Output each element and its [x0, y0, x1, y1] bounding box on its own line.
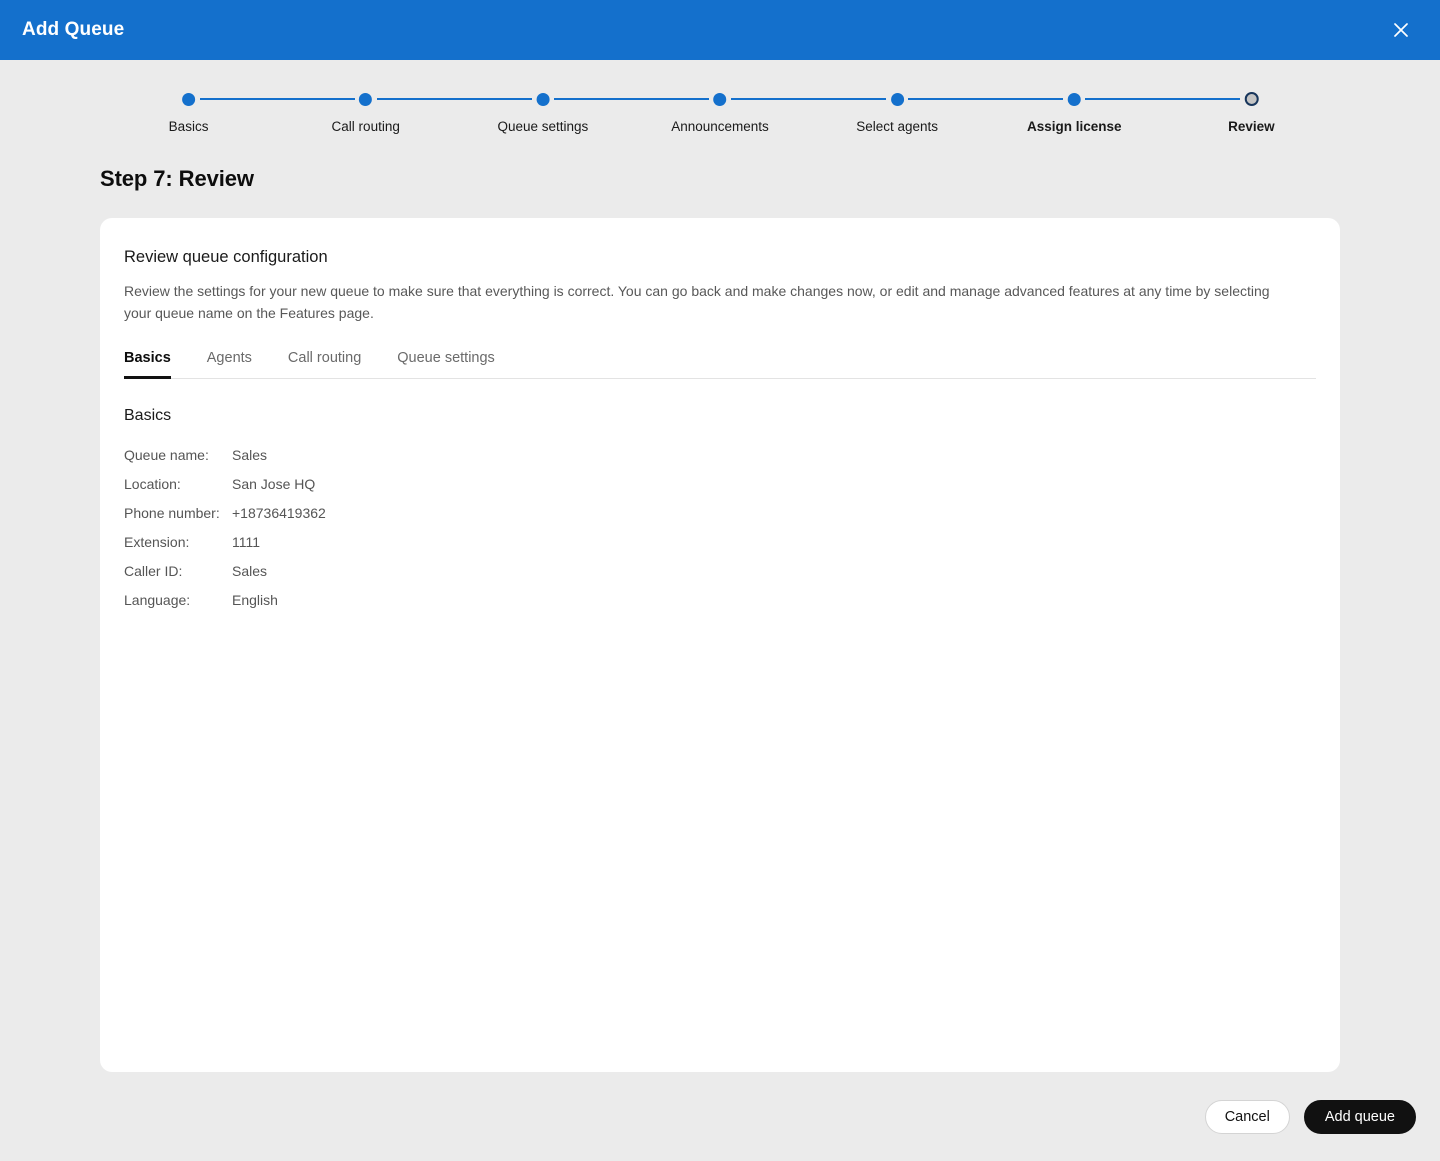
detail-row: Phone number: +18736419362	[124, 499, 1316, 528]
basics-detail-list: Queue name: Sales Location: San Jose HQ Phon…	[124, 441, 1316, 615]
step-complete-dot-icon	[536, 93, 550, 106]
stepper-connector	[199, 98, 355, 100]
step-complete-dot-icon	[1067, 93, 1081, 106]
dialog-titlebar: Add Queue	[0, 0, 1440, 60]
review-tabs: Basics Agents Call routing Queue settings	[124, 350, 1316, 380]
card-description: Review the settings for your new queue t…	[124, 283, 1270, 321]
dialog-footer: Cancel Add queue	[0, 1072, 1440, 1161]
step-complete-dot-icon	[713, 93, 727, 106]
detail-value: +18736419362	[232, 505, 326, 522]
add-queue-button[interactable]: Add queue	[1303, 1099, 1416, 1134]
detail-value: 1111	[232, 534, 261, 551]
stepper-step-review[interactable]: Review	[1228, 88, 1275, 134]
detail-label: Caller ID:	[124, 563, 183, 580]
close-icon	[1391, 20, 1411, 40]
detail-value: Sales	[232, 447, 268, 464]
stepper-step-label: Basics	[168, 119, 209, 134]
tab-basics[interactable]: Basics	[124, 350, 171, 380]
stepper-connector	[1085, 98, 1241, 100]
step-current-dot-icon	[1244, 92, 1259, 106]
stepper-step-basics[interactable]: Basics	[168, 88, 209, 134]
stepper-step-label: Queue settings	[497, 119, 589, 134]
stepper-connector	[731, 98, 887, 100]
stepper-step-queue-settings[interactable]: Queue settings	[497, 88, 588, 134]
detail-row: Caller ID: Sales	[124, 557, 1316, 586]
stepper-step-label: Announcements	[671, 119, 769, 134]
detail-label: Phone number:	[124, 505, 220, 522]
stepper-connector	[553, 98, 709, 100]
tab-queue-settings[interactable]: Queue settings	[397, 350, 495, 379]
detail-row: Language: English	[124, 586, 1316, 615]
stepper-step-label: Review	[1228, 119, 1275, 134]
stepper-connector	[908, 98, 1064, 100]
stepper-connector	[376, 98, 532, 100]
detail-label: Language:	[124, 592, 191, 609]
section-title: Basics	[124, 407, 172, 425]
detail-row: Location: San Jose HQ	[124, 470, 1316, 499]
stepper-step-label: Assign license	[1027, 119, 1122, 134]
wizard-stepper: Basics Call routing Queue settings Announce…	[100, 88, 1340, 140]
stepper-step-label: Call routing	[331, 119, 400, 134]
close-button[interactable]	[1384, 13, 1418, 47]
cancel-button[interactable]: Cancel	[1204, 1099, 1290, 1134]
review-card: Review queue configuration Review the se…	[100, 218, 1340, 1072]
detail-value: English	[232, 592, 278, 609]
detail-label: Location:	[124, 476, 181, 493]
wizard-stepper-wrap: Basics Call routing Queue settings Announce…	[0, 60, 1440, 140]
detail-label: Extension:	[124, 534, 190, 551]
step-complete-dot-icon	[182, 93, 196, 106]
step-complete-dot-icon	[359, 93, 373, 106]
card-title: Review queue configuration	[124, 248, 328, 266]
stepper-step-select-agents[interactable]: Select agents	[856, 88, 938, 134]
stepper-step-announcements[interactable]: Announcements	[671, 88, 769, 134]
tab-call-routing[interactable]: Call routing	[288, 350, 361, 379]
detail-row: Queue name: Sales	[124, 441, 1316, 470]
page-title: Step 7: Review	[100, 166, 254, 191]
detail-value: Sales	[232, 563, 268, 580]
detail-value: San Jose HQ	[232, 476, 316, 493]
tab-agents[interactable]: Agents	[207, 350, 252, 379]
stepper-step-call-routing[interactable]: Call routing	[332, 88, 400, 134]
stepper-step-assign-license[interactable]: Assign license	[1027, 88, 1122, 134]
step-complete-dot-icon	[890, 93, 904, 106]
dialog-title: Add Queue	[22, 19, 125, 40]
detail-label: Queue name:	[124, 447, 209, 464]
stepper-step-label: Select agents	[856, 119, 939, 134]
detail-row: Extension: 1111	[124, 528, 1316, 557]
